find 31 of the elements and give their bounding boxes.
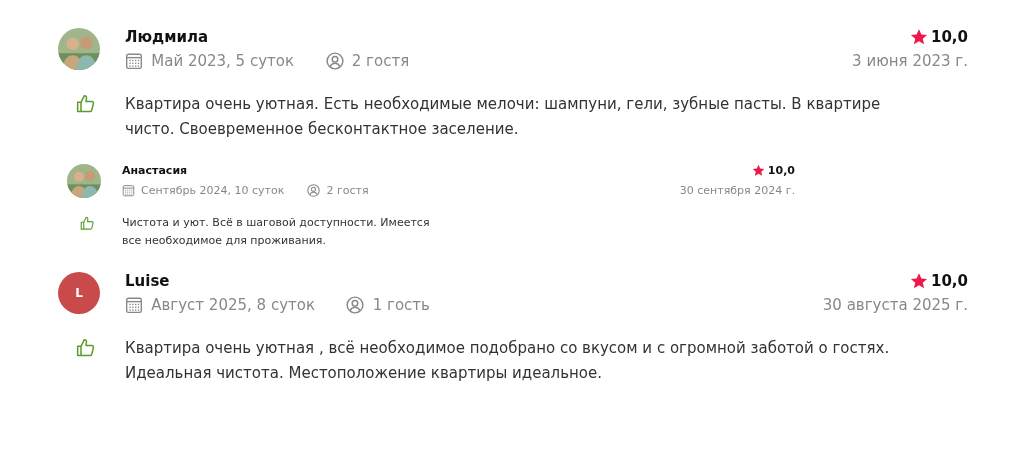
- stay-period: Сентябрь 2024, 10 суток: [141, 184, 285, 197]
- reviewer-name: Luise: [125, 272, 171, 290]
- review-date: 3 июня 2023 г.: [852, 52, 968, 70]
- reviewer-name: Людмила: [125, 28, 210, 46]
- guest-count: 2 гостя: [326, 184, 369, 197]
- review-text: Чистота и уют. Всё в шаговой доступности. Имеется все необходимое для проживания.: [122, 215, 431, 249]
- stay-period: Август 2025, 8 суток: [151, 296, 315, 314]
- star-icon: [910, 28, 928, 46]
- review-text: Квартира очень уютная , всё необходимое подобрано со вкусом и с огромной заботой о гостях. Идеальная чистота. Местоположение квартиры идеальное.: [125, 338, 891, 384]
- calendar-icon: [125, 296, 143, 314]
- thumbs-up-icon: [76, 94, 96, 114]
- rating-score: 10,0: [931, 272, 968, 290]
- review-date: 30 сентября 2024 г.: [679, 184, 795, 197]
- calendar-icon: [122, 184, 135, 197]
- stay-period: Май 2023, 5 суток: [151, 52, 295, 70]
- review-text: Квартира очень уютная. Есть необходимые мелочи: шампуни, гели, зубные пасты. В квартире чисто. Своевременное бесконтактное заселение.: [125, 94, 882, 140]
- guest-count: 2 гостя: [351, 52, 410, 70]
- calendar-icon: [125, 52, 143, 70]
- person-icon: [325, 52, 344, 70]
- reviewer-name: Анастасия: [122, 164, 189, 177]
- rating-score: 10,0: [767, 164, 795, 177]
- star-icon: [751, 164, 765, 177]
- rating-score: 10,0: [931, 28, 968, 46]
- person-icon: [307, 184, 321, 197]
- avatar: L: [58, 272, 100, 314]
- person-icon: [346, 296, 365, 314]
- thumbs-up-icon: [76, 338, 96, 358]
- guest-count: 1 гость: [372, 296, 430, 314]
- review-date: 30 августа 2025 г.: [822, 296, 968, 314]
- thumbs-up-icon: [80, 216, 96, 231]
- star-icon: [910, 272, 928, 290]
